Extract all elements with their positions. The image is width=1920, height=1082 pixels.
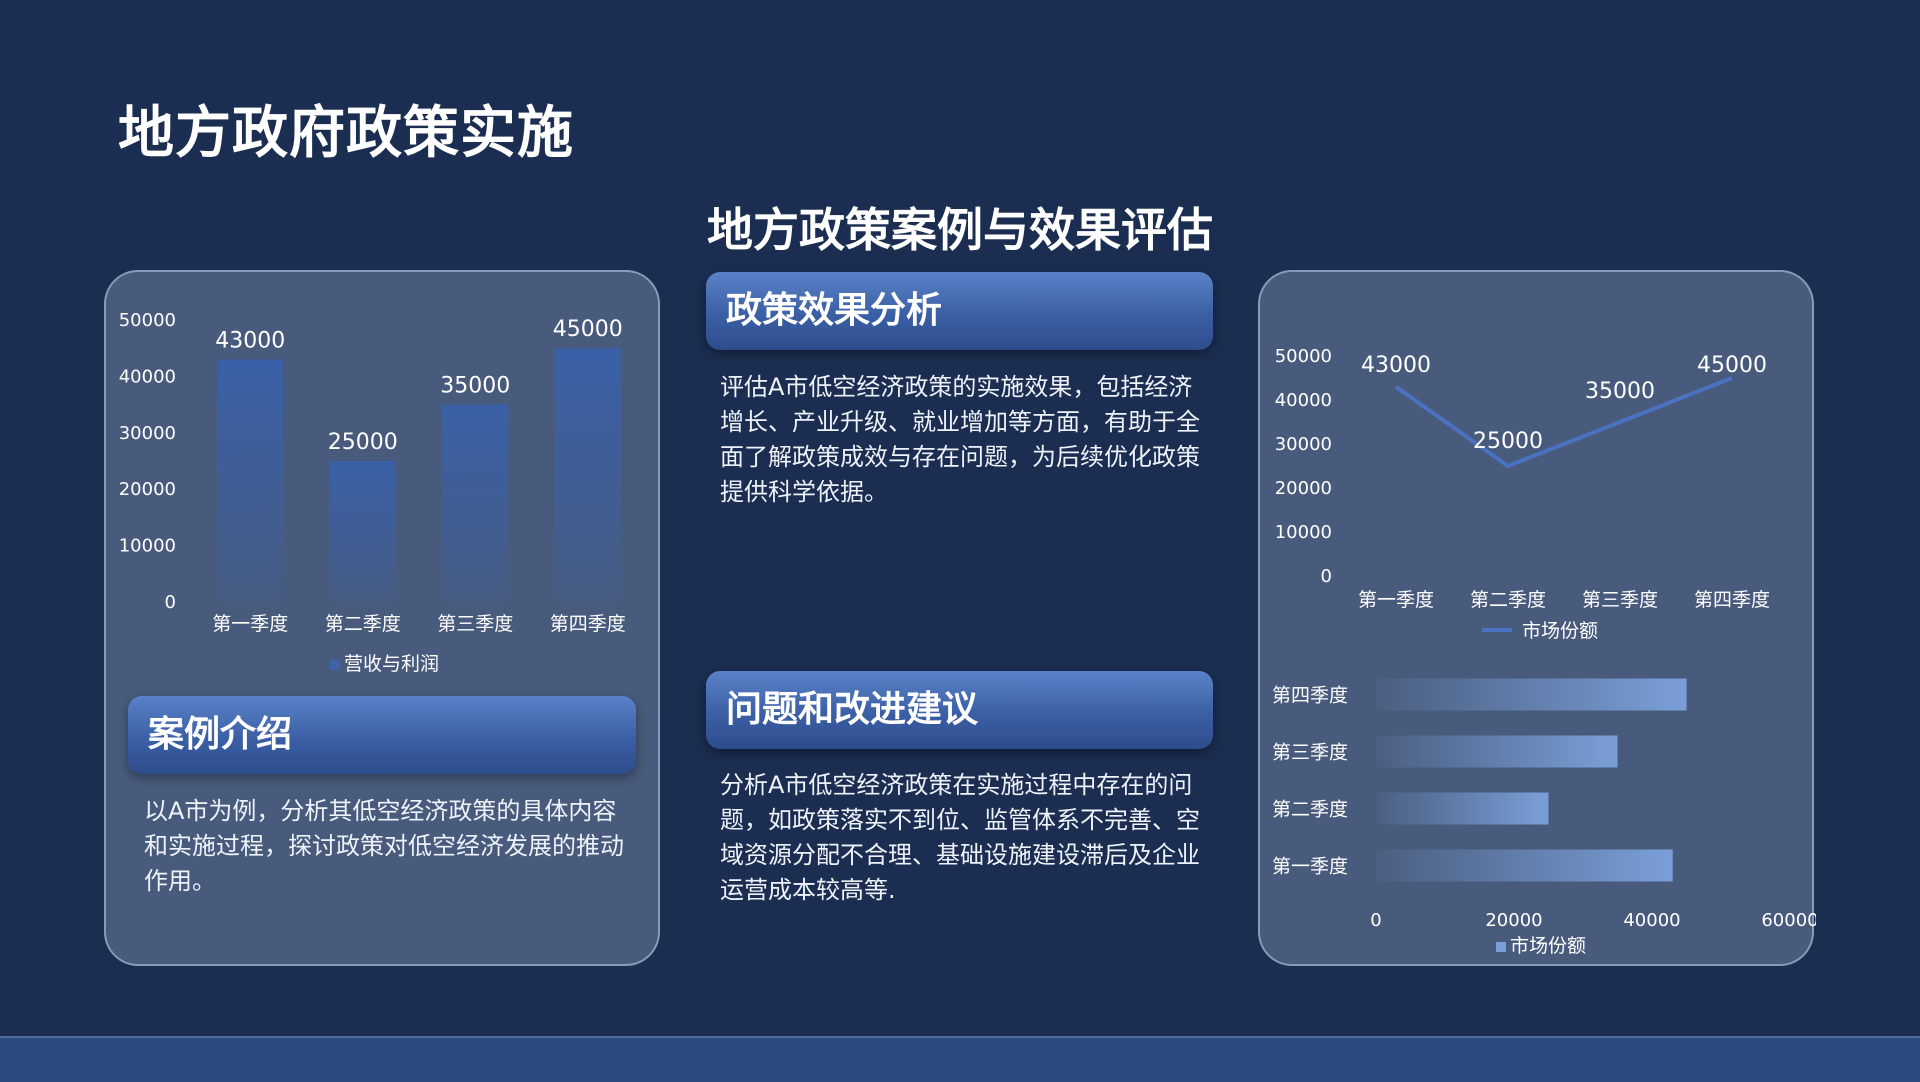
x-tick-label: 第一季度 bbox=[212, 613, 288, 635]
y-tick-label: 10000 bbox=[119, 536, 176, 557]
y-tick-label: 20000 bbox=[1275, 478, 1332, 499]
x-tick-label: 第三季度 bbox=[1582, 589, 1658, 611]
effect-analysis-heading: 政策效果分析 bbox=[706, 272, 1213, 350]
y-tick-label: 0 bbox=[165, 592, 176, 613]
legend-swatch bbox=[330, 660, 340, 670]
y-tick-label: 0 bbox=[1321, 566, 1332, 587]
effect-analysis-text: 评估A市低空经济政策的实施效果，包括经济增长、产业升级、就业增加等方面，有助于全… bbox=[720, 373, 1200, 506]
x-tick-label: 第四季度 bbox=[1694, 589, 1770, 611]
case-intro-text: 以A市为例，分析其低空经济政策的具体内容和实施过程，探讨政策对低空经济发展的推动… bbox=[144, 797, 624, 895]
x-tick-label: 0 bbox=[1370, 910, 1381, 931]
data-label: 25000 bbox=[328, 430, 398, 455]
y-tick-label: 30000 bbox=[1275, 434, 1332, 455]
x-tick-label: 第一季度 bbox=[1358, 589, 1434, 611]
y-tick-label: 50000 bbox=[119, 310, 176, 331]
y-tick-label: 20000 bbox=[119, 479, 176, 500]
x-tick-label: 第二季度 bbox=[1470, 589, 1546, 611]
y-tick-label: 第一季度 bbox=[1272, 856, 1348, 878]
data-label: 35000 bbox=[1585, 379, 1655, 404]
x-tick-label: 20000 bbox=[1485, 910, 1542, 931]
data-label: 43000 bbox=[215, 328, 285, 353]
x-tick-label: 第四季度 bbox=[550, 613, 626, 635]
legend-label: 市场份额 bbox=[1510, 935, 1586, 957]
bar bbox=[1376, 849, 1673, 882]
legend-label: 营收与利润 bbox=[344, 653, 439, 675]
data-label: 45000 bbox=[553, 317, 623, 342]
y-tick-label: 40000 bbox=[1275, 390, 1332, 411]
y-tick-label: 10000 bbox=[1275, 522, 1332, 543]
y-tick-label: 30000 bbox=[119, 423, 176, 444]
y-tick-label: 第二季度 bbox=[1272, 799, 1348, 821]
page-title: 地方政府政策实施 bbox=[118, 101, 574, 166]
bar bbox=[217, 359, 284, 602]
legend-label: 市场份额 bbox=[1522, 620, 1598, 642]
market-share-hbar-chart: 第四季度第三季度第二季度第一季度 0 20000 40000 60000 市场份额 bbox=[1272, 678, 1816, 957]
data-label: 35000 bbox=[440, 374, 510, 399]
bar bbox=[329, 461, 396, 602]
x-tick-label: 第二季度 bbox=[325, 613, 401, 635]
y-tick-label: 50000 bbox=[1275, 346, 1332, 367]
bar bbox=[1376, 792, 1549, 825]
market-share-card: 0 10000 20000 30000 40000 50000 43000 第一季度 25000… bbox=[1258, 270, 1816, 966]
data-label: 45000 bbox=[1697, 353, 1767, 378]
x-tick-label: 60000 bbox=[1761, 910, 1816, 931]
case-intro-heading: 案例介绍 bbox=[128, 696, 636, 774]
data-label: 25000 bbox=[1473, 429, 1543, 454]
market-share-line-chart: 0 10000 20000 30000 40000 50000 43000 第一季度 25000… bbox=[1275, 346, 1770, 642]
x-tick-label: 40000 bbox=[1623, 910, 1680, 931]
bar bbox=[442, 404, 509, 602]
case-card: 0 10000 20000 30000 40000 50000 43000 第一季度 25000… bbox=[104, 270, 660, 966]
y-tick-label: 第四季度 bbox=[1272, 685, 1348, 707]
legend-swatch bbox=[1496, 942, 1506, 952]
data-label: 43000 bbox=[1361, 353, 1431, 378]
section-subtitle: 地方政策案例与效果评估 bbox=[707, 203, 1213, 257]
issues-heading: 问题和改进建议 bbox=[706, 671, 1213, 749]
bar bbox=[1376, 678, 1687, 711]
revenue-bar-chart: 0 10000 20000 30000 40000 50000 43000 第一季度 25000… bbox=[119, 310, 626, 675]
y-tick-label: 40000 bbox=[119, 366, 176, 387]
y-tick-label: 第三季度 bbox=[1272, 742, 1348, 764]
series-line bbox=[1394, 376, 1733, 469]
x-tick-label: 第三季度 bbox=[437, 613, 513, 635]
bar bbox=[554, 348, 621, 602]
footer-bar bbox=[0, 1036, 1920, 1082]
issues-text: 分析A市低空经济政策在实施过程中存在的问题，如政策落实不到位、监管体系不完善、空… bbox=[720, 771, 1200, 904]
bar bbox=[1376, 735, 1618, 768]
